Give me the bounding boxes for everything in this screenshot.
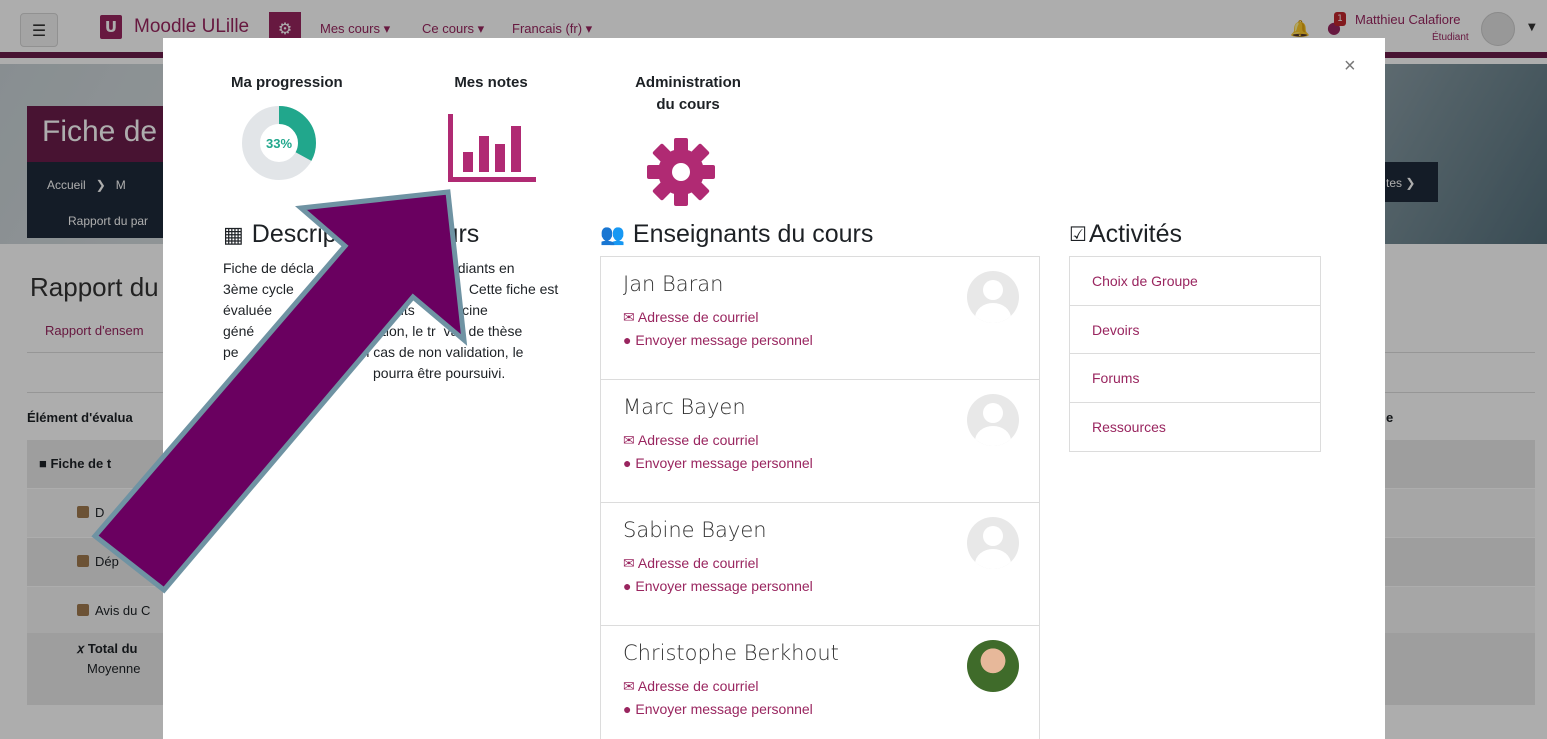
description-line: évaluée nts édecine xyxy=(223,302,488,318)
message-link[interactable]: ● Envoyer message personnel xyxy=(623,701,813,717)
message-link[interactable]: ● Envoyer message personnel xyxy=(623,332,813,348)
activity-item[interactable]: Ressources xyxy=(1070,403,1320,452)
teacher-name[interactable]: Marc Bayen xyxy=(623,395,746,419)
comment-icon: ● xyxy=(623,332,632,348)
teacher-card: Jan Baran ✉ Adresse de courriel ● Envoye… xyxy=(601,257,1039,380)
message-link[interactable]: ● Envoyer message personnel xyxy=(623,578,813,594)
envelope-icon: ✉ xyxy=(623,309,635,325)
teacher-list: Jan Baran ✉ Adresse de courriel ● Envoye… xyxy=(600,256,1040,739)
teachers-heading-text: Enseignants du cours xyxy=(632,220,874,248)
envelope-icon: ✉ xyxy=(623,678,635,694)
users-icon: 👥 xyxy=(600,224,625,246)
envelope-icon: ✉ xyxy=(623,555,635,571)
activity-list: Choix de Groupe Devoirs Forums Ressource… xyxy=(1069,256,1321,452)
description-heading-text: Descrip xyxy=(251,220,337,248)
description-line: géné ation, le tr vail de thèse xyxy=(223,323,523,339)
map-icon: ▦ xyxy=(223,221,244,247)
email-link[interactable]: ✉ Adresse de courriel xyxy=(623,309,758,326)
course-description: Fiche de décla tudiants en 3ème cycle Cett… xyxy=(223,258,563,384)
teacher-card: Sabine Bayen ✉ Adresse de courriel ● Env… xyxy=(601,503,1039,626)
description-heading-tail: urs xyxy=(444,220,480,248)
comment-icon: ● xyxy=(623,701,632,717)
gear-icon[interactable] xyxy=(647,138,715,206)
description-line: 3ème cycle Cette fiche est xyxy=(223,281,559,297)
teacher-card: Marc Bayen ✉ Adresse de courriel ● Envoy… xyxy=(601,380,1039,503)
comment-icon: ● xyxy=(623,578,632,594)
progress-label[interactable]: Ma progression xyxy=(231,72,377,94)
admin-label-line1: Administration xyxy=(635,74,741,91)
teacher-name[interactable]: Sabine Bayen xyxy=(623,518,767,542)
avatar[interactable] xyxy=(967,394,1019,446)
admin-label-line2: du cours xyxy=(656,96,720,113)
activity-item[interactable]: Devoirs xyxy=(1070,306,1320,354)
teachers-heading: 👥 Enseignants du cours xyxy=(600,220,873,249)
description-line: Fiche de décla tudiants en xyxy=(223,260,515,276)
activity-item[interactable]: Forums xyxy=(1070,354,1320,403)
bar-chart-icon[interactable] xyxy=(446,114,538,182)
description-line: pourra être poursuivi. xyxy=(373,365,506,381)
grades-label[interactable]: Mes notes xyxy=(431,72,551,94)
progress-percentage: 33% xyxy=(265,136,293,151)
close-icon[interactable]: × xyxy=(1344,55,1356,78)
checkbox-icon: ☑ xyxy=(1069,224,1087,246)
activities-heading: ☑ Activités xyxy=(1069,220,1182,249)
avatar[interactable] xyxy=(967,271,1019,323)
avatar[interactable] xyxy=(967,517,1019,569)
activity-item[interactable]: Choix de Groupe xyxy=(1070,257,1320,306)
description-heading: ▦ Descrip urs xyxy=(223,220,479,249)
teacher-card: Christophe Berkhout ✉ Adresse de courrie… xyxy=(601,626,1039,739)
admin-label[interactable]: Administration du cours xyxy=(603,72,773,116)
email-link[interactable]: ✉ Adresse de courriel xyxy=(623,678,758,695)
teacher-name[interactable]: Jan Baran xyxy=(623,272,723,296)
email-link[interactable]: ✉ Adresse de courriel xyxy=(623,555,758,572)
message-link[interactable]: ● Envoyer message personnel xyxy=(623,455,813,471)
avatar[interactable] xyxy=(967,640,1019,692)
description-line: pe n cas de non validation, le xyxy=(223,344,524,360)
course-overview-modal: × Ma progression 33% Mes notes Administr… xyxy=(163,38,1385,739)
envelope-icon: ✉ xyxy=(623,432,635,448)
activities-heading-text: Activités xyxy=(1088,220,1183,248)
email-link[interactable]: ✉ Adresse de courriel xyxy=(623,432,758,449)
comment-icon: ● xyxy=(623,455,632,471)
teacher-name[interactable]: Christophe Berkhout xyxy=(623,641,839,665)
